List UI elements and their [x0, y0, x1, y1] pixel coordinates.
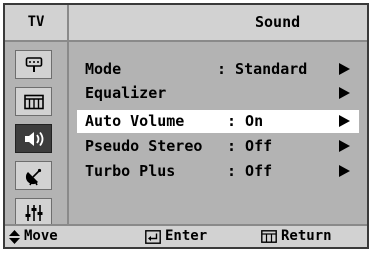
tab-setup[interactable]: [15, 198, 52, 227]
arrow-right-icon: [339, 63, 350, 75]
arrow-right-icon: [339, 115, 350, 127]
menu-item-mode[interactable]: Mode : Standard: [77, 58, 359, 81]
tab-sound[interactable]: [15, 124, 52, 153]
up-down-arrows-icon: [9, 229, 20, 244]
satellite-dish-icon: [24, 166, 44, 186]
footer-move: Move: [9, 226, 58, 247]
arrow-right-icon: [339, 87, 350, 99]
menu-item-label: Auto Volume: [85, 112, 185, 130]
menu-item-turbo-plus[interactable]: Turbo Plus : Off: [77, 160, 359, 183]
menu-header: TV Sound: [5, 5, 367, 42]
footer-return: Return: [261, 226, 332, 247]
input-connector-icon: [25, 56, 43, 74]
menu-window: TV Sound Mode: Standard Equalizer Auto …: [3, 3, 369, 249]
speaker-icon: [23, 130, 45, 148]
menu-item-value: : Off: [227, 162, 273, 180]
footer-move-label: Move: [24, 228, 58, 244]
arrow-right-icon: [339, 165, 350, 177]
header-divider: [67, 5, 69, 40]
tab-picture[interactable]: [15, 87, 52, 116]
menu-item-label: Mode: [85, 60, 122, 78]
menu-item-equalizer[interactable]: Equalizer: [77, 82, 359, 105]
page-title: Sound: [255, 13, 301, 31]
enter-key-icon: [145, 229, 161, 244]
picture-icon: [23, 94, 44, 110]
arrow-right-icon: [339, 140, 350, 152]
footer-enter: Enter: [145, 226, 207, 247]
menu-key-icon: [261, 230, 277, 243]
footer-help-bar: Move Enter Return: [5, 224, 367, 247]
menu-item-auto-volume[interactable]: Auto Volume : On: [77, 110, 359, 133]
menu-list: Mode : Standard Equalizer Auto Volume : …: [69, 42, 367, 224]
menu-item-label: Pseudo Stereo: [85, 137, 203, 155]
menu-item-label: Turbo Plus: [85, 162, 176, 180]
tv-osd-screen: TV Sound Mode: Standard Equalizer Auto …: [0, 0, 385, 261]
tab-input[interactable]: [15, 50, 52, 79]
footer-return-label: Return: [281, 228, 332, 244]
menu-item-pseudo-stereo[interactable]: Pseudo Stereo : Off: [77, 135, 359, 158]
menu-item-value: : On: [227, 112, 264, 130]
menu-item-value: : Off: [227, 137, 273, 155]
menu-item-value: : Standard: [217, 60, 308, 78]
sidebar: [5, 42, 67, 227]
setup-sliders-icon: [24, 203, 44, 223]
menu-item-label: Equalizer: [85, 84, 167, 102]
footer-enter-label: Enter: [165, 228, 208, 244]
source-label: TV: [27, 14, 45, 30]
tab-channel[interactable]: [15, 161, 52, 190]
